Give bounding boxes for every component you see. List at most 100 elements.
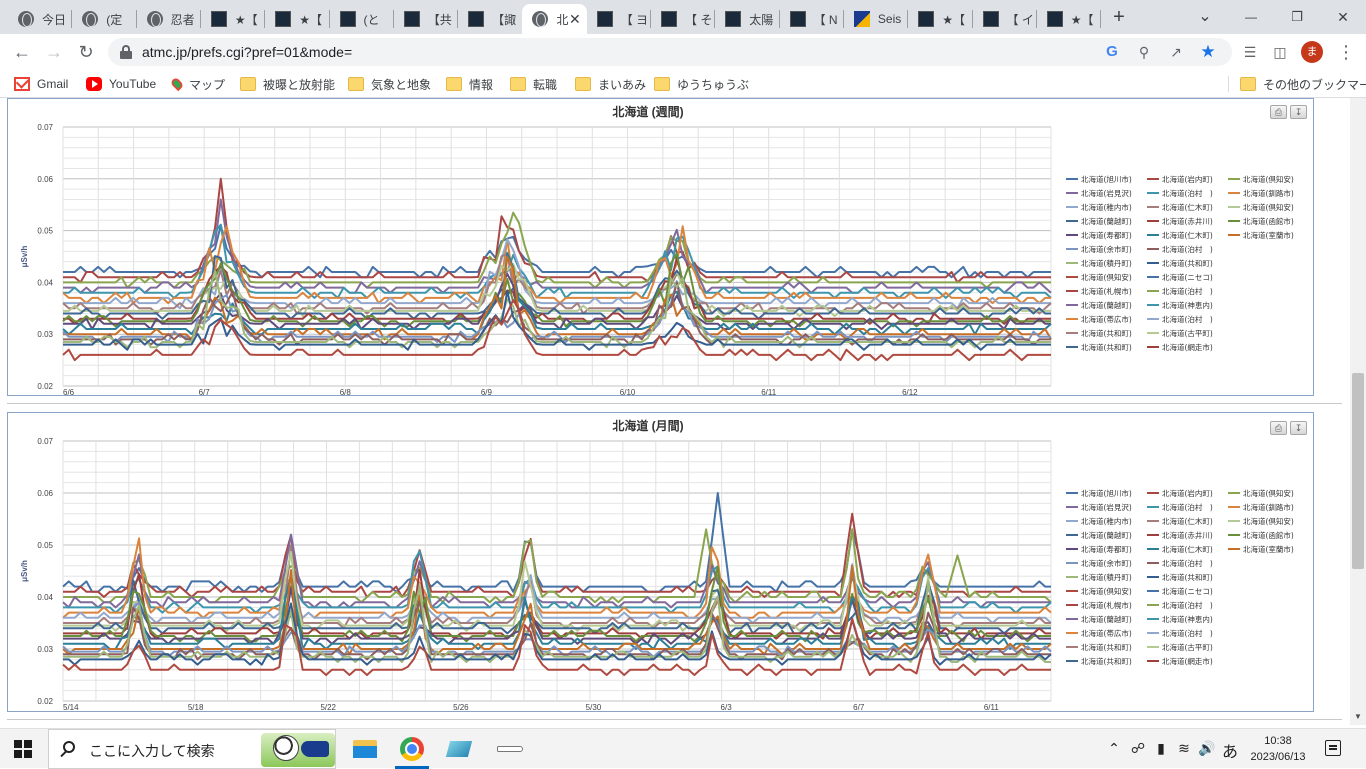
address-bar[interactable]: atmc.jp/prefs.cgi?pref=01&mode= G ⚲ ↗ ★ (108, 38, 1232, 66)
chrome-icon[interactable] (397, 734, 427, 764)
legend-item[interactable]: 北海道(網走市) (1162, 342, 1213, 352)
legend-item[interactable]: 北海道(仁木町) (1162, 516, 1213, 526)
browser-tab[interactable]: (定 (72, 4, 136, 34)
legend-item[interactable]: 北海道(仁木町) (1162, 202, 1213, 212)
legend-item[interactable]: 北海道(神恵内) (1162, 300, 1213, 310)
ime-indicator[interactable]: あ (1220, 738, 1240, 762)
other-bookmarks[interactable]: その他のブックマーク (1240, 74, 1366, 94)
legend-item[interactable]: 北海道(余市町) (1081, 558, 1132, 568)
scroll-down-arrow-icon[interactable]: ▼ (1354, 712, 1362, 721)
scrollbar-thumb[interactable] (1352, 373, 1364, 569)
bookmark-item[interactable]: YouTube (86, 74, 156, 94)
system-clock[interactable]: 10:38 2023/06/13 (1240, 733, 1316, 765)
airplane-app-icon[interactable] (494, 734, 524, 764)
meet-now-icon[interactable]: ☍ (1128, 740, 1148, 757)
browser-tab[interactable]: (と (330, 4, 394, 34)
browser-tab[interactable]: 北 ✕ (522, 4, 587, 34)
browser-tab[interactable]: ★【 (201, 4, 265, 34)
legend-item[interactable]: 北海道(旭川市) (1081, 174, 1132, 184)
legend-item[interactable]: 北海道(神恵内) (1162, 614, 1213, 624)
legend-item[interactable]: 北海道(釧路市) (1243, 188, 1294, 198)
bookmark-item[interactable]: マップ (169, 74, 225, 94)
legend-item[interactable]: 北海道(寿都町) (1081, 544, 1132, 554)
browser-tab[interactable]: 【 N (780, 4, 844, 34)
legend-item[interactable]: 北海道(函館市) (1243, 530, 1294, 540)
legend-item[interactable]: 北海道(ニセコ) (1162, 272, 1213, 282)
legend-item[interactable]: 北海道(泊村 ) (1162, 600, 1213, 610)
notification-icon[interactable] (1325, 740, 1341, 756)
zoom-icon[interactable]: ⚲ (1134, 42, 1154, 62)
legend-item[interactable]: 北海道(倶知安) (1081, 586, 1132, 596)
forward-arrow-icon[interactable]: → (40, 38, 68, 66)
legend-item[interactable]: 北海道(帯広市) (1081, 314, 1132, 324)
legend-item[interactable]: 北海道(泊村 ) (1162, 628, 1213, 638)
legend-item[interactable]: 北海道(蘭越町) (1081, 216, 1132, 226)
minimize-icon[interactable]: — (1236, 4, 1266, 30)
url-text[interactable]: atmc.jp/prefs.cgi?pref=01&mode= (142, 38, 352, 66)
legend-item[interactable]: 北海道(共和町) (1081, 642, 1132, 652)
browser-tab[interactable]: ★【 (908, 4, 972, 34)
legend-item[interactable]: 北海道(倶知安) (1081, 272, 1132, 282)
side-panel-icon[interactable]: ◫ (1266, 38, 1294, 66)
legend-item[interactable]: 北海道(共和町) (1162, 572, 1213, 582)
legend-item[interactable]: 北海道(倶知安) (1243, 516, 1294, 526)
legend-item[interactable]: 北海道(古平町) (1162, 328, 1213, 338)
restore-icon[interactable]: ❐ (1282, 4, 1312, 30)
legend-item[interactable]: 北海道(稚内市) (1081, 202, 1132, 212)
legend-item[interactable]: 北海道(網走市) (1162, 656, 1213, 666)
tab-search-chevron-icon[interactable]: ⌄ (1190, 4, 1220, 30)
profile-avatar[interactable]: ま (1301, 41, 1323, 63)
legend-item[interactable]: 北海道(仁木町) (1162, 230, 1213, 240)
browser-tab[interactable]: 【 そ (651, 4, 715, 34)
browser-tab[interactable]: Seis (844, 4, 908, 34)
close-tab-icon[interactable]: ✕ (569, 11, 581, 28)
legend-item[interactable]: 北海道(泊村 ) (1162, 502, 1213, 512)
lock-icon[interactable] (120, 45, 132, 59)
browser-tab[interactable]: ★【 (1037, 4, 1101, 34)
legend-item[interactable]: 北海道(泊村 ) (1162, 188, 1213, 198)
taskbar-search-box[interactable]: ここに入力して検索 (48, 729, 336, 769)
legend-item[interactable]: 北海道(稚内市) (1081, 516, 1132, 526)
file-explorer-icon[interactable] (350, 734, 380, 764)
legend-item[interactable]: 北海道(倶知安) (1243, 202, 1294, 212)
windows-start-icon[interactable] (14, 740, 32, 758)
legend-item[interactable]: 北海道(赤井川) (1162, 530, 1213, 540)
vertical-scrollbar[interactable]: ▼ (1350, 98, 1366, 725)
legend-item[interactable]: 北海道(釧路市) (1243, 502, 1294, 512)
legend-item[interactable]: 北海道(泊村 ) (1162, 558, 1213, 568)
bookmark-item[interactable]: 被曝と放射能 (240, 74, 335, 94)
close-window-icon[interactable]: ✕ (1328, 4, 1358, 30)
bookmark-star-icon[interactable]: ★ (1198, 42, 1218, 62)
legend-item[interactable]: 北海道(函館市) (1243, 216, 1294, 226)
browser-tab[interactable]: 【諏 (458, 4, 522, 34)
bookmark-item[interactable]: ゆうちゅうぶ (654, 74, 749, 94)
bookmark-item[interactable]: 気象と地象 (348, 74, 431, 94)
browser-tab[interactable]: 今日 (8, 4, 72, 34)
taskbar-search-placeholder[interactable]: ここに入力して検索 (89, 741, 215, 761)
legend-item[interactable]: 北海道(共和町) (1081, 656, 1132, 666)
legend-item[interactable]: 北海道(倶知安) (1243, 488, 1294, 498)
legend-item[interactable]: 北海道(共和町) (1081, 328, 1132, 338)
bookmark-item[interactable]: Gmail (14, 74, 68, 94)
media-control-icon[interactable]: ☰ (1236, 38, 1264, 66)
legend-item[interactable]: 北海道(余市町) (1081, 244, 1132, 254)
legend-item[interactable]: 北海道(蘭越町) (1081, 530, 1132, 540)
notepad-icon[interactable] (444, 734, 474, 764)
legend-item[interactable]: 北海道(積丹町) (1081, 258, 1132, 268)
battery-icon[interactable]: ▮ (1151, 740, 1171, 757)
legend-item[interactable]: 北海道(泊村 ) (1162, 244, 1213, 254)
legend-item[interactable]: 北海道(札幌市) (1081, 600, 1132, 610)
legend-item[interactable]: 北海道(泊村 ) (1162, 314, 1213, 324)
legend-item[interactable]: 北海道(室蘭市) (1243, 544, 1294, 554)
legend-item[interactable]: 北海道(旭川市) (1081, 488, 1132, 498)
browser-tab[interactable]: 【共 (394, 4, 458, 34)
legend-item[interactable]: 北海道(倶知安) (1243, 174, 1294, 184)
browser-tab[interactable]: 忍者 (137, 4, 201, 34)
legend-item[interactable]: 北海道(赤井川) (1162, 216, 1213, 226)
browser-tab[interactable]: 太陽 (715, 4, 779, 34)
menu-kebab-icon[interactable]: ⋮ (1332, 38, 1360, 66)
legend-item[interactable]: 北海道(蘭越町) (1081, 614, 1132, 624)
legend-item[interactable]: 北海道(積丹町) (1081, 572, 1132, 582)
browser-tab[interactable]: 【 イ (973, 4, 1037, 34)
legend-item[interactable]: 北海道(岩内町) (1162, 174, 1213, 184)
